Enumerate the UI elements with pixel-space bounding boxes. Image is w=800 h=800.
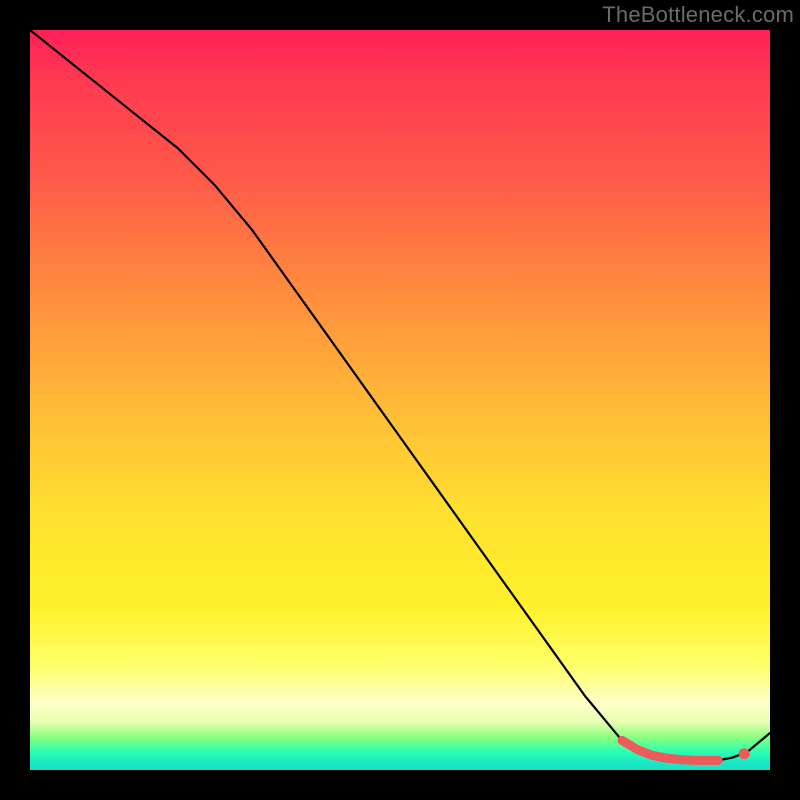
optimal-range-marker bbox=[622, 740, 718, 760]
chart-frame: TheBottleneck.com bbox=[0, 0, 800, 800]
optimal-end-dot bbox=[739, 748, 750, 759]
bottleneck-curve bbox=[30, 30, 770, 761]
watermark-text: TheBottleneck.com bbox=[602, 2, 794, 28]
chart-overlay bbox=[30, 30, 770, 770]
